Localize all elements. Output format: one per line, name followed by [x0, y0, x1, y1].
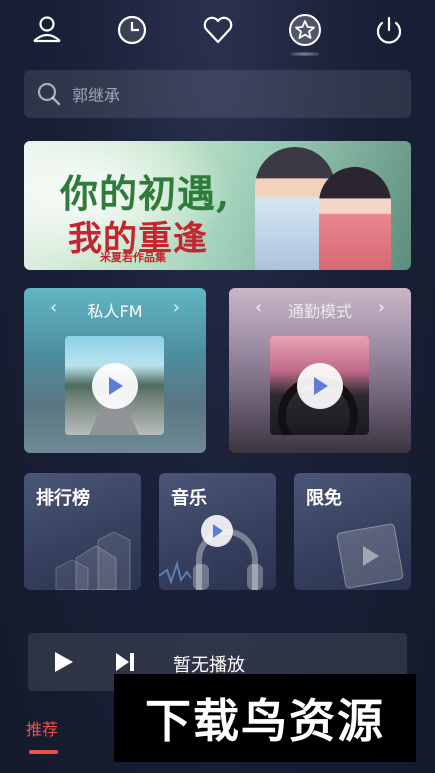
private-fm-card[interactable]: ‹ 私人FM ›	[24, 288, 206, 453]
next-icon[interactable]	[114, 651, 136, 673]
music-label: 音乐	[171, 488, 207, 509]
commute-next-button[interactable]: ›	[378, 297, 385, 318]
play-icon[interactable]	[52, 651, 74, 673]
play-icon	[313, 376, 328, 395]
user-icon[interactable]	[27, 10, 67, 50]
tab-recommend[interactable]: 推荐	[26, 716, 58, 740]
ranking-tile[interactable]: 排行榜	[24, 473, 141, 590]
search-icon	[37, 82, 61, 106]
search-bar[interactable]: 郭继承	[24, 70, 411, 118]
ranking-label: 排行榜	[36, 488, 90, 509]
star-icon[interactable]	[285, 10, 325, 56]
play-icon	[108, 376, 123, 395]
power-icon[interactable]	[369, 10, 409, 50]
commute-play-button[interactable]	[296, 362, 343, 409]
commute-mode-card[interactable]: ‹ 通勤模式 ›	[229, 288, 411, 453]
banner-illustration-woman	[319, 167, 391, 270]
tab-active-indicator	[29, 750, 58, 754]
banner-title-line1: 你的初遇,	[60, 171, 231, 216]
fm-play-button[interactable]	[91, 362, 138, 409]
free-tile[interactable]: 限免	[294, 473, 411, 590]
fm-cover	[65, 336, 164, 435]
clock-icon[interactable]	[112, 10, 152, 50]
music-play-button[interactable]	[201, 515, 233, 547]
play-icon	[213, 524, 223, 538]
podium-icon	[55, 531, 131, 590]
banner-subtitle: 米夏若作品集	[100, 251, 166, 264]
watermark-text: 下载鸟资源	[145, 694, 385, 748]
search-input[interactable]: 郭继承	[72, 82, 120, 106]
music-tile[interactable]: 音乐	[159, 473, 276, 590]
film-icon	[336, 523, 404, 589]
watermark: 下载鸟资源	[114, 674, 416, 762]
commute-cover	[270, 336, 369, 435]
promo-banner[interactable]: 你的初遇, 我的重逢 米夏若作品集	[24, 141, 411, 270]
free-label: 限免	[306, 488, 342, 509]
fm-next-button[interactable]: ›	[173, 297, 180, 318]
heart-icon[interactable]	[198, 10, 238, 50]
top-nav	[0, 0, 435, 62]
